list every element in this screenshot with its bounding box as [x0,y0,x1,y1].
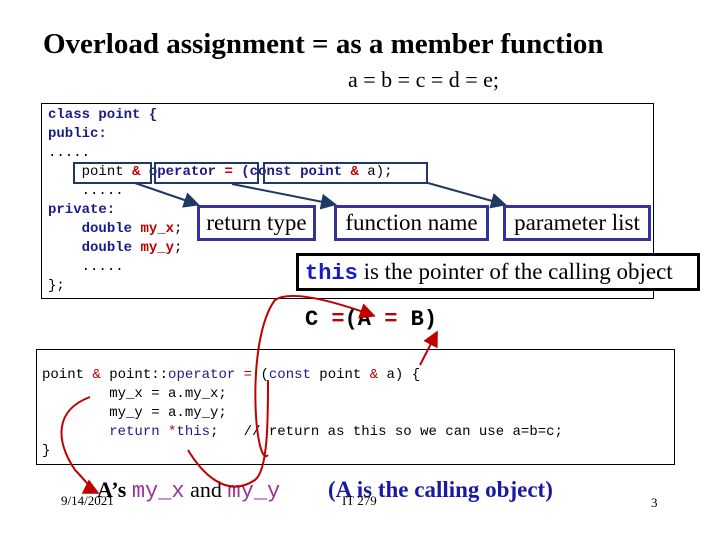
chained-assignment-expression: C =(A = B) [305,307,438,332]
impl-line-my-x: my_x = a.my_x; [42,386,227,402]
code-line: private: [48,202,116,218]
code-line: public: [48,126,107,142]
code-line: ..... [81,183,124,199]
code-line: }; [48,278,65,294]
operator-implementation-code: point & point::operator = (const point &… [42,366,563,461]
impl-signature: point & point::operator = (const point &… [42,367,421,383]
code-line: ..... [81,259,124,275]
this-keyword: this [305,261,358,286]
impl-closing-brace: } [42,443,51,459]
function-name-highlight [154,162,259,184]
members-caption: A’s my_x and my_y [97,477,281,504]
impl-line-my-y: my_y = a.my_y; [42,405,227,421]
footer-page-number: 3 [651,495,658,510]
caption-my-y: my_y [227,479,281,504]
footer-course: IT 279 [342,493,377,508]
member-my-x: my_x [140,221,175,237]
impl-return-line: return *this; // return as this so we ca… [109,424,563,440]
parameter-list-label: parameter list [503,205,651,241]
function-name-label: function name [334,205,489,241]
code-line: ..... [48,145,91,161]
member-my-y: my_y [140,240,175,256]
footer-date: 9/14/2021 [61,493,114,508]
return-type-label: return type [197,205,316,241]
caption-my-x: my_x [131,479,185,504]
slide-title: Overload assignment = as a member functi… [43,28,604,60]
impl-comment: // return as this so we can use a=b=c; [243,424,563,440]
this-pointer-note: this is the pointer of the calling objec… [296,253,700,291]
return-type-highlight [73,162,152,184]
this-note-text: is the pointer of the calling object [357,259,673,284]
slide-subtitle: a = b = c = d = e; [348,67,500,92]
parameter-list-highlight [263,162,428,184]
code-line: class point { [48,107,158,123]
